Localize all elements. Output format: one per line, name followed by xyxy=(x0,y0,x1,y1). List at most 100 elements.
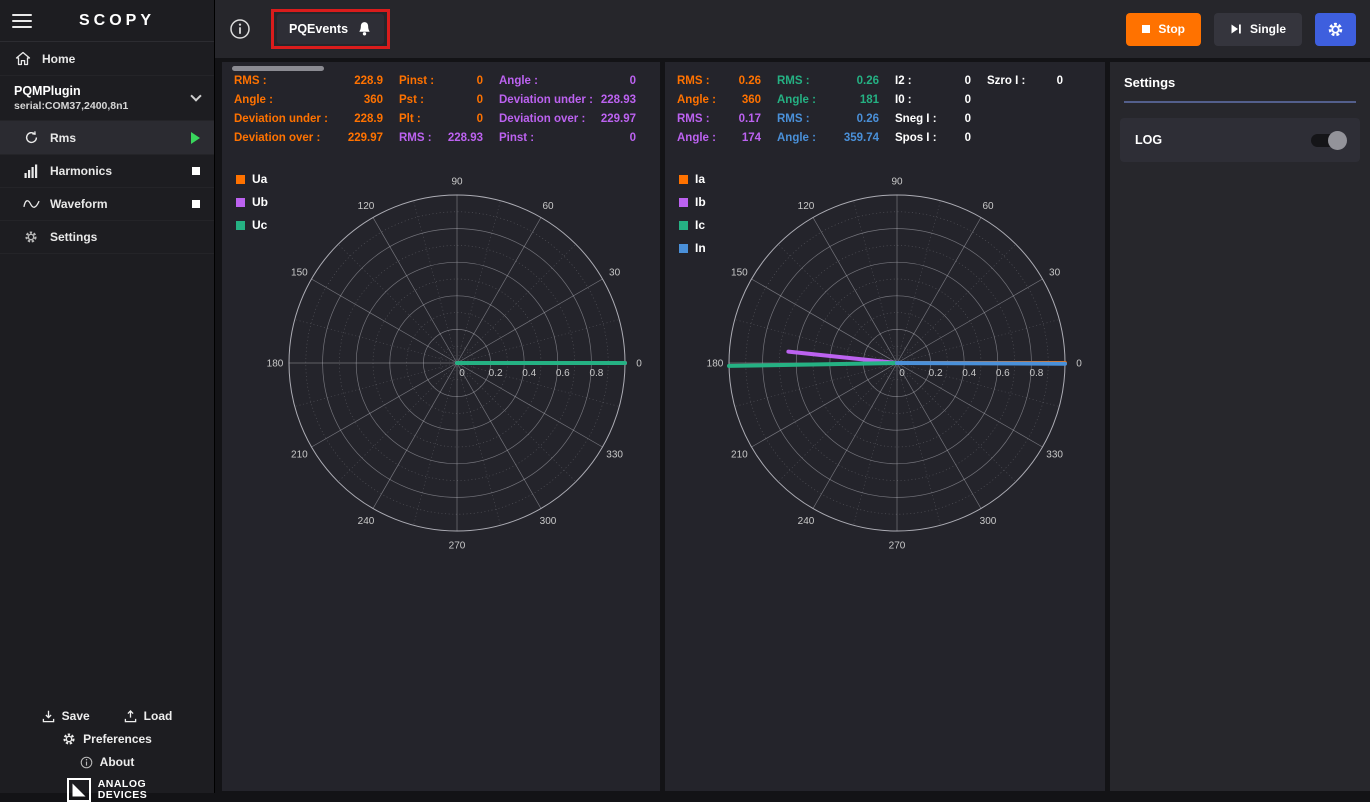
measurement: Spos I :0 xyxy=(895,132,987,144)
measurement-row: Deviation over :229.97RMS :228.93Pinst :… xyxy=(234,132,652,144)
measurement: Angle :181 xyxy=(777,94,895,106)
running-play-icon[interactable] xyxy=(191,132,200,144)
analog-devices-triangle-icon xyxy=(67,778,91,802)
sidebar-item-pqmplugin[interactable]: PQMPlugin serial:COM37,2400,8n1 xyxy=(0,76,214,121)
measurement: RMS :228.93 xyxy=(399,132,499,144)
voltage-polar-chart[interactable]: 030609012015018021024027030033000.20.40.… xyxy=(222,152,660,567)
sidebar-item-label: Rms xyxy=(50,131,76,145)
load-button[interactable]: Load xyxy=(124,709,173,723)
measurement: RMS :0.26 xyxy=(777,75,895,87)
svg-text:150: 150 xyxy=(731,268,748,279)
sidebar-footer: Save Load Preferences Abou xyxy=(0,701,214,793)
stop-button[interactable]: Stop xyxy=(1126,13,1201,46)
svg-text:0: 0 xyxy=(1076,359,1082,370)
rms-icon xyxy=(22,130,40,145)
load-label: Load xyxy=(144,709,173,723)
measurement: RMS :228.9 xyxy=(234,75,399,87)
svg-text:30: 30 xyxy=(1049,268,1061,279)
toggle-knob[interactable] xyxy=(1328,131,1347,150)
svg-text:0.2: 0.2 xyxy=(489,368,503,379)
pqevents-button[interactable]: PQEvents xyxy=(277,14,384,44)
analog-devices-logo: ANALOG DEVICES xyxy=(67,778,148,802)
measurement: Plt :0 xyxy=(399,113,499,125)
measurement-row: Angle :360Pst :0Deviation under :228.93 xyxy=(234,94,652,106)
measurement: RMS :0.17 xyxy=(677,113,777,125)
sidebar-item-label: Settings xyxy=(50,230,97,244)
chevron-down-icon xyxy=(190,90,201,101)
brand-line2: DEVICES xyxy=(98,790,148,801)
measurement-row: RMS :228.9Pinst :0Angle :0 xyxy=(234,75,652,87)
measurement: Angle :360 xyxy=(234,94,399,106)
sidebar-item-label: Waveform xyxy=(50,197,108,211)
measurement-row: Deviation under :228.9Plt :0Deviation ov… xyxy=(234,113,652,125)
log-label: LOG xyxy=(1135,133,1162,147)
save-button[interactable]: Save xyxy=(42,709,90,723)
svg-text:90: 90 xyxy=(451,177,463,188)
svg-text:60: 60 xyxy=(542,201,554,212)
single-button[interactable]: Single xyxy=(1214,13,1302,46)
svg-text:330: 330 xyxy=(606,450,623,461)
measurement: Deviation over :229.97 xyxy=(499,113,652,125)
svg-text:60: 60 xyxy=(982,201,994,212)
measurement: Deviation over :229.97 xyxy=(234,132,399,144)
sidebar-item-rms[interactable]: Rms xyxy=(0,121,214,155)
app-logo: SCOPY xyxy=(32,12,202,30)
gear-icon xyxy=(22,230,40,244)
sidebar-header: SCOPY xyxy=(0,0,214,42)
preferences-button[interactable]: Preferences xyxy=(62,732,152,746)
svg-text:270: 270 xyxy=(889,541,906,552)
log-row: LOG xyxy=(1120,118,1360,162)
settings-panel: Settings LOG xyxy=(1110,62,1370,791)
sidebar-item-label: Home xyxy=(42,52,75,66)
svg-text:210: 210 xyxy=(291,450,308,461)
pqmplugin-serial: serial:COM37,2400,8n1 xyxy=(14,100,192,112)
settings-gear-button[interactable] xyxy=(1315,13,1356,46)
measurement: Pst :0 xyxy=(399,94,499,106)
info-icon[interactable] xyxy=(229,18,251,40)
sidebar: SCOPY Home PQMPlugin serial:COM37,2400,8… xyxy=(0,0,215,793)
save-label: Save xyxy=(62,709,90,723)
svg-text:0.6: 0.6 xyxy=(996,368,1010,379)
stop-label: Stop xyxy=(1158,22,1185,36)
svg-text:0.4: 0.4 xyxy=(522,368,536,379)
svg-text:120: 120 xyxy=(358,201,375,212)
sidebar-item-harmonics[interactable]: Harmonics xyxy=(0,155,214,188)
single-step-icon xyxy=(1230,23,1242,35)
sidebar-item-home[interactable]: Home xyxy=(0,42,214,76)
top-toolbar: PQEvents Stop Single xyxy=(215,0,1370,58)
horizontal-scrollbar-thumb[interactable] xyxy=(232,66,324,71)
bell-icon xyxy=(357,21,372,37)
about-button[interactable]: About xyxy=(80,755,135,769)
sidebar-item-waveform[interactable]: Waveform xyxy=(0,188,214,221)
measurement: Angle :360 xyxy=(677,94,777,106)
svg-text:0.2: 0.2 xyxy=(929,368,943,379)
sidebar-item-settings[interactable]: Settings xyxy=(0,221,214,254)
measurement-row: Angle :174Angle :359.74Spos I :0 xyxy=(677,132,1097,144)
scopy-app: SCOPY Home PQMPlugin serial:COM37,2400,8… xyxy=(0,0,1370,793)
stopped-square-icon[interactable] xyxy=(192,167,200,175)
svg-text:0.6: 0.6 xyxy=(556,368,570,379)
measurement: Deviation under :228.9 xyxy=(234,113,399,125)
svg-text:30: 30 xyxy=(609,268,621,279)
svg-text:120: 120 xyxy=(798,201,815,212)
stopped-square-icon[interactable] xyxy=(192,200,200,208)
svg-text:0: 0 xyxy=(459,368,465,379)
measurement: I0 :0 xyxy=(895,94,987,106)
svg-text:240: 240 xyxy=(358,516,375,527)
log-toggle[interactable] xyxy=(1311,134,1345,147)
measurement-row: RMS :0.26RMS :0.26I2 :0Szro I :0 xyxy=(677,75,1097,87)
svg-text:180: 180 xyxy=(707,359,724,370)
svg-text:90: 90 xyxy=(891,177,903,188)
measurement-row: Angle :360Angle :181I0 :0 xyxy=(677,94,1097,106)
current-measurements: RMS :0.26RMS :0.26I2 :0Szro I :0 Angle :3… xyxy=(677,75,1097,144)
measurement: Angle :359.74 xyxy=(777,132,895,144)
about-label: About xyxy=(100,755,135,769)
menu-icon[interactable] xyxy=(12,14,32,28)
svg-text:0.4: 0.4 xyxy=(962,368,976,379)
pqevents-annotation-highlight: PQEvents xyxy=(271,9,390,49)
current-polar-chart[interactable]: 030609012015018021024027030033000.20.40.… xyxy=(665,152,1105,567)
svg-text:330: 330 xyxy=(1046,450,1063,461)
pqmplugin-title: PQMPlugin xyxy=(14,84,192,98)
current-phasor-panel: RMS :0.26RMS :0.26I2 :0Szro I :0 Angle :3… xyxy=(665,62,1105,791)
harmonics-bars-icon xyxy=(22,164,40,178)
